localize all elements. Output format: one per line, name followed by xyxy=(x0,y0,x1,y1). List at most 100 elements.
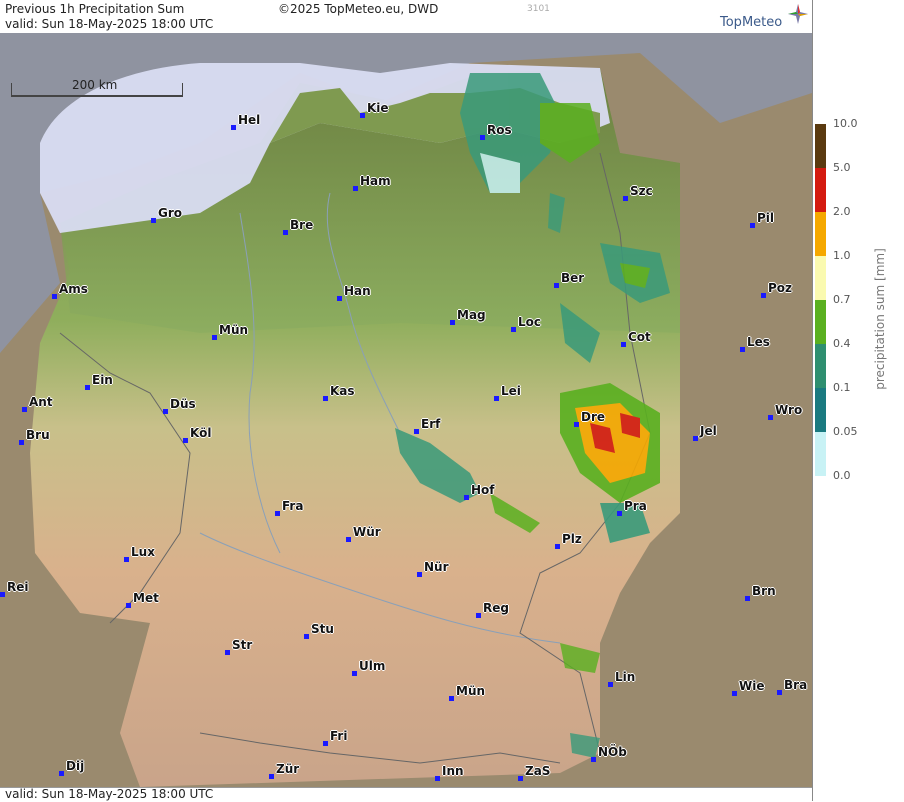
legend-color-swatch xyxy=(815,212,826,256)
city-dot-icon xyxy=(732,691,737,696)
city-label: Rei xyxy=(7,580,29,594)
compass-star-icon xyxy=(788,4,808,24)
city-label: Reg xyxy=(483,601,509,615)
city-label: Mag xyxy=(457,308,486,322)
city-label: Hof xyxy=(471,483,495,497)
valid-time: valid: Sun 18-May-2025 18:00 UTC xyxy=(5,17,214,31)
city-label: Wie xyxy=(739,679,765,693)
city-dot-icon xyxy=(591,757,596,762)
city-dot-icon xyxy=(353,186,358,191)
city-dot-icon xyxy=(693,436,698,441)
city-label: Loc xyxy=(518,315,542,329)
city-label: Kie xyxy=(367,101,389,115)
city-dot-icon xyxy=(768,415,773,420)
city-dot-icon xyxy=(740,347,745,352)
legend-tick-label: 2.0 xyxy=(833,205,851,218)
city-label: Ros xyxy=(487,123,512,137)
city-label: Ulm xyxy=(359,659,386,673)
map-code: 3101 xyxy=(527,4,550,14)
city-dot-icon xyxy=(450,320,455,325)
legend-tick-label: 10.0 xyxy=(833,117,858,130)
city-dot-icon xyxy=(126,603,131,608)
city-dot-icon xyxy=(231,125,236,130)
city-dot-icon xyxy=(554,283,559,288)
legend-title: precipitation sum [mm] xyxy=(873,248,887,390)
legend-tick-label: 0.1 xyxy=(833,381,851,394)
city-dot-icon xyxy=(417,572,422,577)
copyright-text: ©2025 TopMeteo.eu, DWD xyxy=(278,2,439,16)
legend-tick-label: 0.05 xyxy=(833,425,858,438)
city-label: Plz xyxy=(562,532,582,546)
city-label: Brn xyxy=(752,584,776,598)
legend-tick-label: 1.0 xyxy=(833,249,851,262)
city-dot-icon xyxy=(464,495,469,500)
city-dot-icon xyxy=(346,537,351,542)
legend-tick-label: 0.7 xyxy=(833,293,851,306)
city-label: Lei xyxy=(501,384,521,398)
city-dot-icon xyxy=(574,422,579,427)
city-dot-icon xyxy=(52,294,57,299)
city-dot-icon xyxy=(435,776,440,781)
city-label: Cot xyxy=(628,330,651,344)
city-label: Ant xyxy=(29,395,53,409)
city-label: Han xyxy=(344,284,371,298)
city-label: Str xyxy=(232,638,253,652)
city-dot-icon xyxy=(183,438,188,443)
city-label: Gro xyxy=(158,206,183,220)
map-title: Previous 1h Precipitation Sum xyxy=(5,2,185,16)
city-label: Poz xyxy=(768,281,793,295)
city-label: Stu xyxy=(311,622,334,636)
city-label: Köl xyxy=(190,426,212,440)
city-label: Wro xyxy=(775,403,803,417)
city-dot-icon xyxy=(212,335,217,340)
city-dot-icon xyxy=(352,671,357,676)
city-dot-icon xyxy=(59,771,64,776)
city-label: Pil xyxy=(757,211,775,225)
precipitation-map[interactable]: 200 km Hel Kie Ros Ham Szc Gro Bre Pil Ber Ams Han… xyxy=(0,33,812,787)
city-dot-icon xyxy=(414,429,419,434)
city-dot-icon xyxy=(283,230,288,235)
city-dot-icon xyxy=(623,196,628,201)
legend-color-swatch xyxy=(815,388,826,432)
city-dot-icon xyxy=(777,690,782,695)
legend-color-swatch xyxy=(815,124,826,168)
city-dot-icon xyxy=(761,293,766,298)
city-label: Bre xyxy=(290,218,314,232)
city-label: Jel xyxy=(700,424,717,438)
city-dot-icon xyxy=(225,650,230,655)
city-label: Kas xyxy=(330,384,355,398)
city-dot-icon xyxy=(621,342,626,347)
scale-bar-label: 200 km xyxy=(72,78,118,92)
city-label: Lux xyxy=(131,545,155,559)
city-dot-icon xyxy=(745,596,750,601)
legend-tick-label: 0.4 xyxy=(833,337,851,350)
city-dot-icon xyxy=(360,113,365,118)
city-dot-icon xyxy=(22,407,27,412)
footer-valid-time: valid: Sun 18-May-2025 18:00 UTC xyxy=(5,787,214,801)
legend-color-swatch xyxy=(815,168,826,212)
city-dot-icon xyxy=(163,409,168,414)
city-dot-icon xyxy=(750,223,755,228)
city-dot-icon xyxy=(151,218,156,223)
city-label: Fra xyxy=(282,499,304,513)
city-dot-icon xyxy=(323,741,328,746)
city-dot-icon xyxy=(85,385,90,390)
city-label: Zür xyxy=(276,762,300,776)
city-label: Düs xyxy=(170,397,196,411)
city-dot-icon xyxy=(449,696,454,701)
city-label: Szc xyxy=(630,184,653,198)
legend-color-swatch xyxy=(815,344,826,388)
legend-color-swatch xyxy=(815,432,826,476)
city-label: NÖb xyxy=(598,745,627,759)
map-header: Previous 1h Precipitation Sum ©2025 TopM… xyxy=(0,0,812,34)
city-dot-icon xyxy=(555,544,560,549)
map-footer: valid: Sun 18-May-2025 18:00 UTC xyxy=(0,787,812,802)
city-dot-icon xyxy=(511,327,516,332)
city-dot-icon xyxy=(275,511,280,516)
city-dot-icon xyxy=(124,557,129,562)
topmeteo-logo[interactable]: TopMeteo xyxy=(720,15,782,30)
city-dot-icon xyxy=(19,440,24,445)
city-dot-icon xyxy=(304,634,309,639)
legend-tick-label: 0.0 xyxy=(833,469,851,482)
city-label: Bru xyxy=(26,428,50,442)
